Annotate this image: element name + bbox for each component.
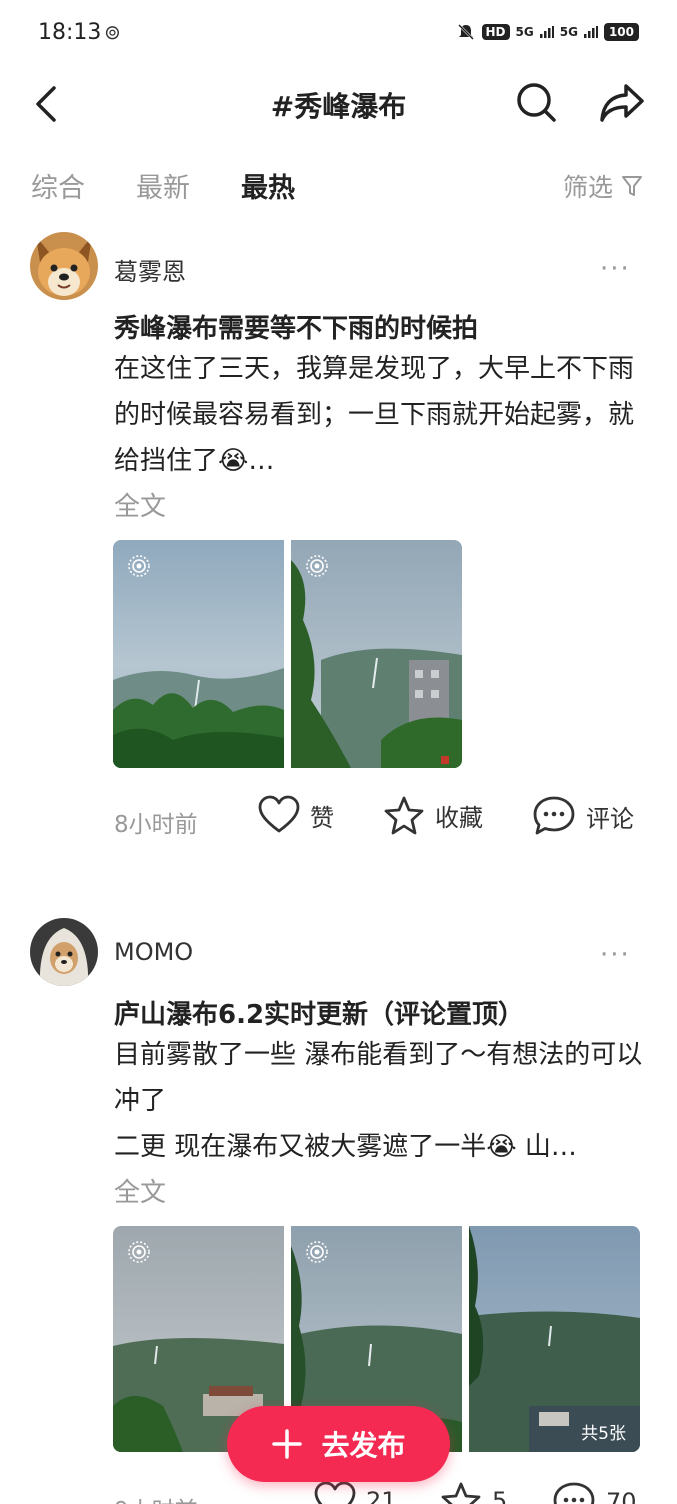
favorite-count: 5	[492, 1487, 508, 1504]
like-label: 赞	[310, 803, 334, 832]
comment-label: 评论	[586, 804, 634, 833]
like-count: 21	[366, 1487, 397, 1504]
publish-button[interactable]: 去发布	[227, 1406, 450, 1482]
tab-hottest[interactable]: 最热	[241, 166, 295, 205]
dog-blanket-avatar-image	[30, 918, 98, 986]
like-button[interactable]: 21	[314, 1481, 397, 1504]
post-time: 9小时前	[114, 1491, 198, 1504]
comment-button[interactable]: 评论	[532, 795, 634, 837]
status-icons: HD 5G 5G 100	[456, 22, 639, 42]
comment-button[interactable]: 70	[552, 1481, 637, 1504]
post-title[interactable]: 庐山瀑布6.2实时更新（评论置顶）	[114, 994, 654, 1031]
post-image[interactable]: 共5张	[469, 1226, 640, 1452]
live-photo-icon	[306, 555, 328, 577]
live-photo-icon	[128, 1241, 150, 1263]
post-time: 8小时前	[114, 812, 198, 838]
top-bar: #秀峰瀑布	[0, 70, 677, 140]
comment-bubble-icon	[553, 1482, 595, 1504]
full-text-link[interactable]: 全文	[114, 486, 166, 523]
signal-1-icon: 5G	[515, 25, 534, 39]
post-body[interactable]: 在这住了三天，我算是发现了，大早上不下雨的时候最容易看到；一旦下雨就开始起雾，就…	[114, 346, 644, 484]
comment-count: 70	[606, 1488, 637, 1504]
post-image[interactable]	[113, 540, 284, 768]
filter-funnel-icon	[622, 176, 642, 196]
favorite-label: 收藏	[435, 803, 483, 832]
post-actions: 9小时前 21 5 70	[0, 1481, 677, 1504]
share-button[interactable]	[596, 80, 648, 124]
heart-icon	[314, 1481, 356, 1504]
signal-bars-icon	[539, 26, 554, 38]
post-card[interactable]: 葛雾恩 ··· 秀峰瀑布需要等不下雨的时候拍 在这住了三天，我算是发现了，大早上…	[0, 230, 677, 850]
status-app-icon: ⊚	[104, 20, 121, 44]
signal-2-icon: 5G	[559, 25, 578, 39]
post-actions: 8小时前 赞 收藏 评论	[0, 795, 677, 845]
status-time: 18:13	[38, 20, 102, 45]
full-text-link[interactable]: 全文	[114, 1172, 166, 1209]
avatar[interactable]	[30, 232, 98, 300]
favorite-button[interactable]: 5	[440, 1481, 507, 1504]
star-icon	[441, 1482, 481, 1504]
mute-bell-icon	[457, 24, 474, 40]
username[interactable]: 葛雾恩	[114, 252, 186, 287]
search-button[interactable]	[514, 80, 558, 124]
status-bar: 18:13 ⊚ HD 5G 5G 100	[0, 0, 677, 70]
post-body[interactable]: 目前雾散了一些 瀑布能看到了～有想法的可以冲了 二更 现在瀑布又被大雾遮了一半😭…	[114, 1032, 644, 1170]
filter-button[interactable]: 筛选	[563, 168, 643, 204]
filter-label: 筛选	[562, 173, 613, 202]
image-count-badge: 共5张	[581, 1424, 626, 1444]
search-icon	[517, 83, 556, 122]
battery-indicator: 100	[603, 23, 639, 41]
more-options-button[interactable]: ···	[600, 942, 640, 974]
post-image[interactable]	[291, 540, 462, 768]
dog-avatar-image	[30, 232, 98, 300]
hd-badge: HD	[481, 24, 510, 40]
avatar[interactable]	[30, 918, 98, 986]
username[interactable]: MOMO	[114, 938, 193, 966]
star-icon	[384, 796, 424, 835]
post-title[interactable]: 秀峰瀑布需要等不下雨的时候拍	[114, 308, 654, 345]
plus-icon	[272, 1429, 303, 1459]
share-arrow-icon	[600, 84, 644, 122]
comment-bubble-icon	[533, 796, 575, 835]
page-title: #秀峰瀑布	[270, 90, 407, 123]
live-photo-icon	[128, 555, 150, 577]
tab-comprehensive[interactable]: 综合	[31, 166, 85, 205]
sort-tabs: 综合 最新 最热 筛选	[0, 160, 677, 212]
like-button[interactable]: 赞	[258, 795, 334, 835]
tab-latest[interactable]: 最新	[136, 166, 190, 205]
heart-icon	[258, 795, 300, 833]
live-photo-icon	[306, 1241, 328, 1263]
publish-label: 去发布	[321, 1429, 406, 1462]
more-options-button[interactable]: ···	[600, 256, 640, 288]
signal-bars-2-icon	[583, 26, 598, 38]
favorite-button[interactable]: 收藏	[383, 795, 483, 835]
